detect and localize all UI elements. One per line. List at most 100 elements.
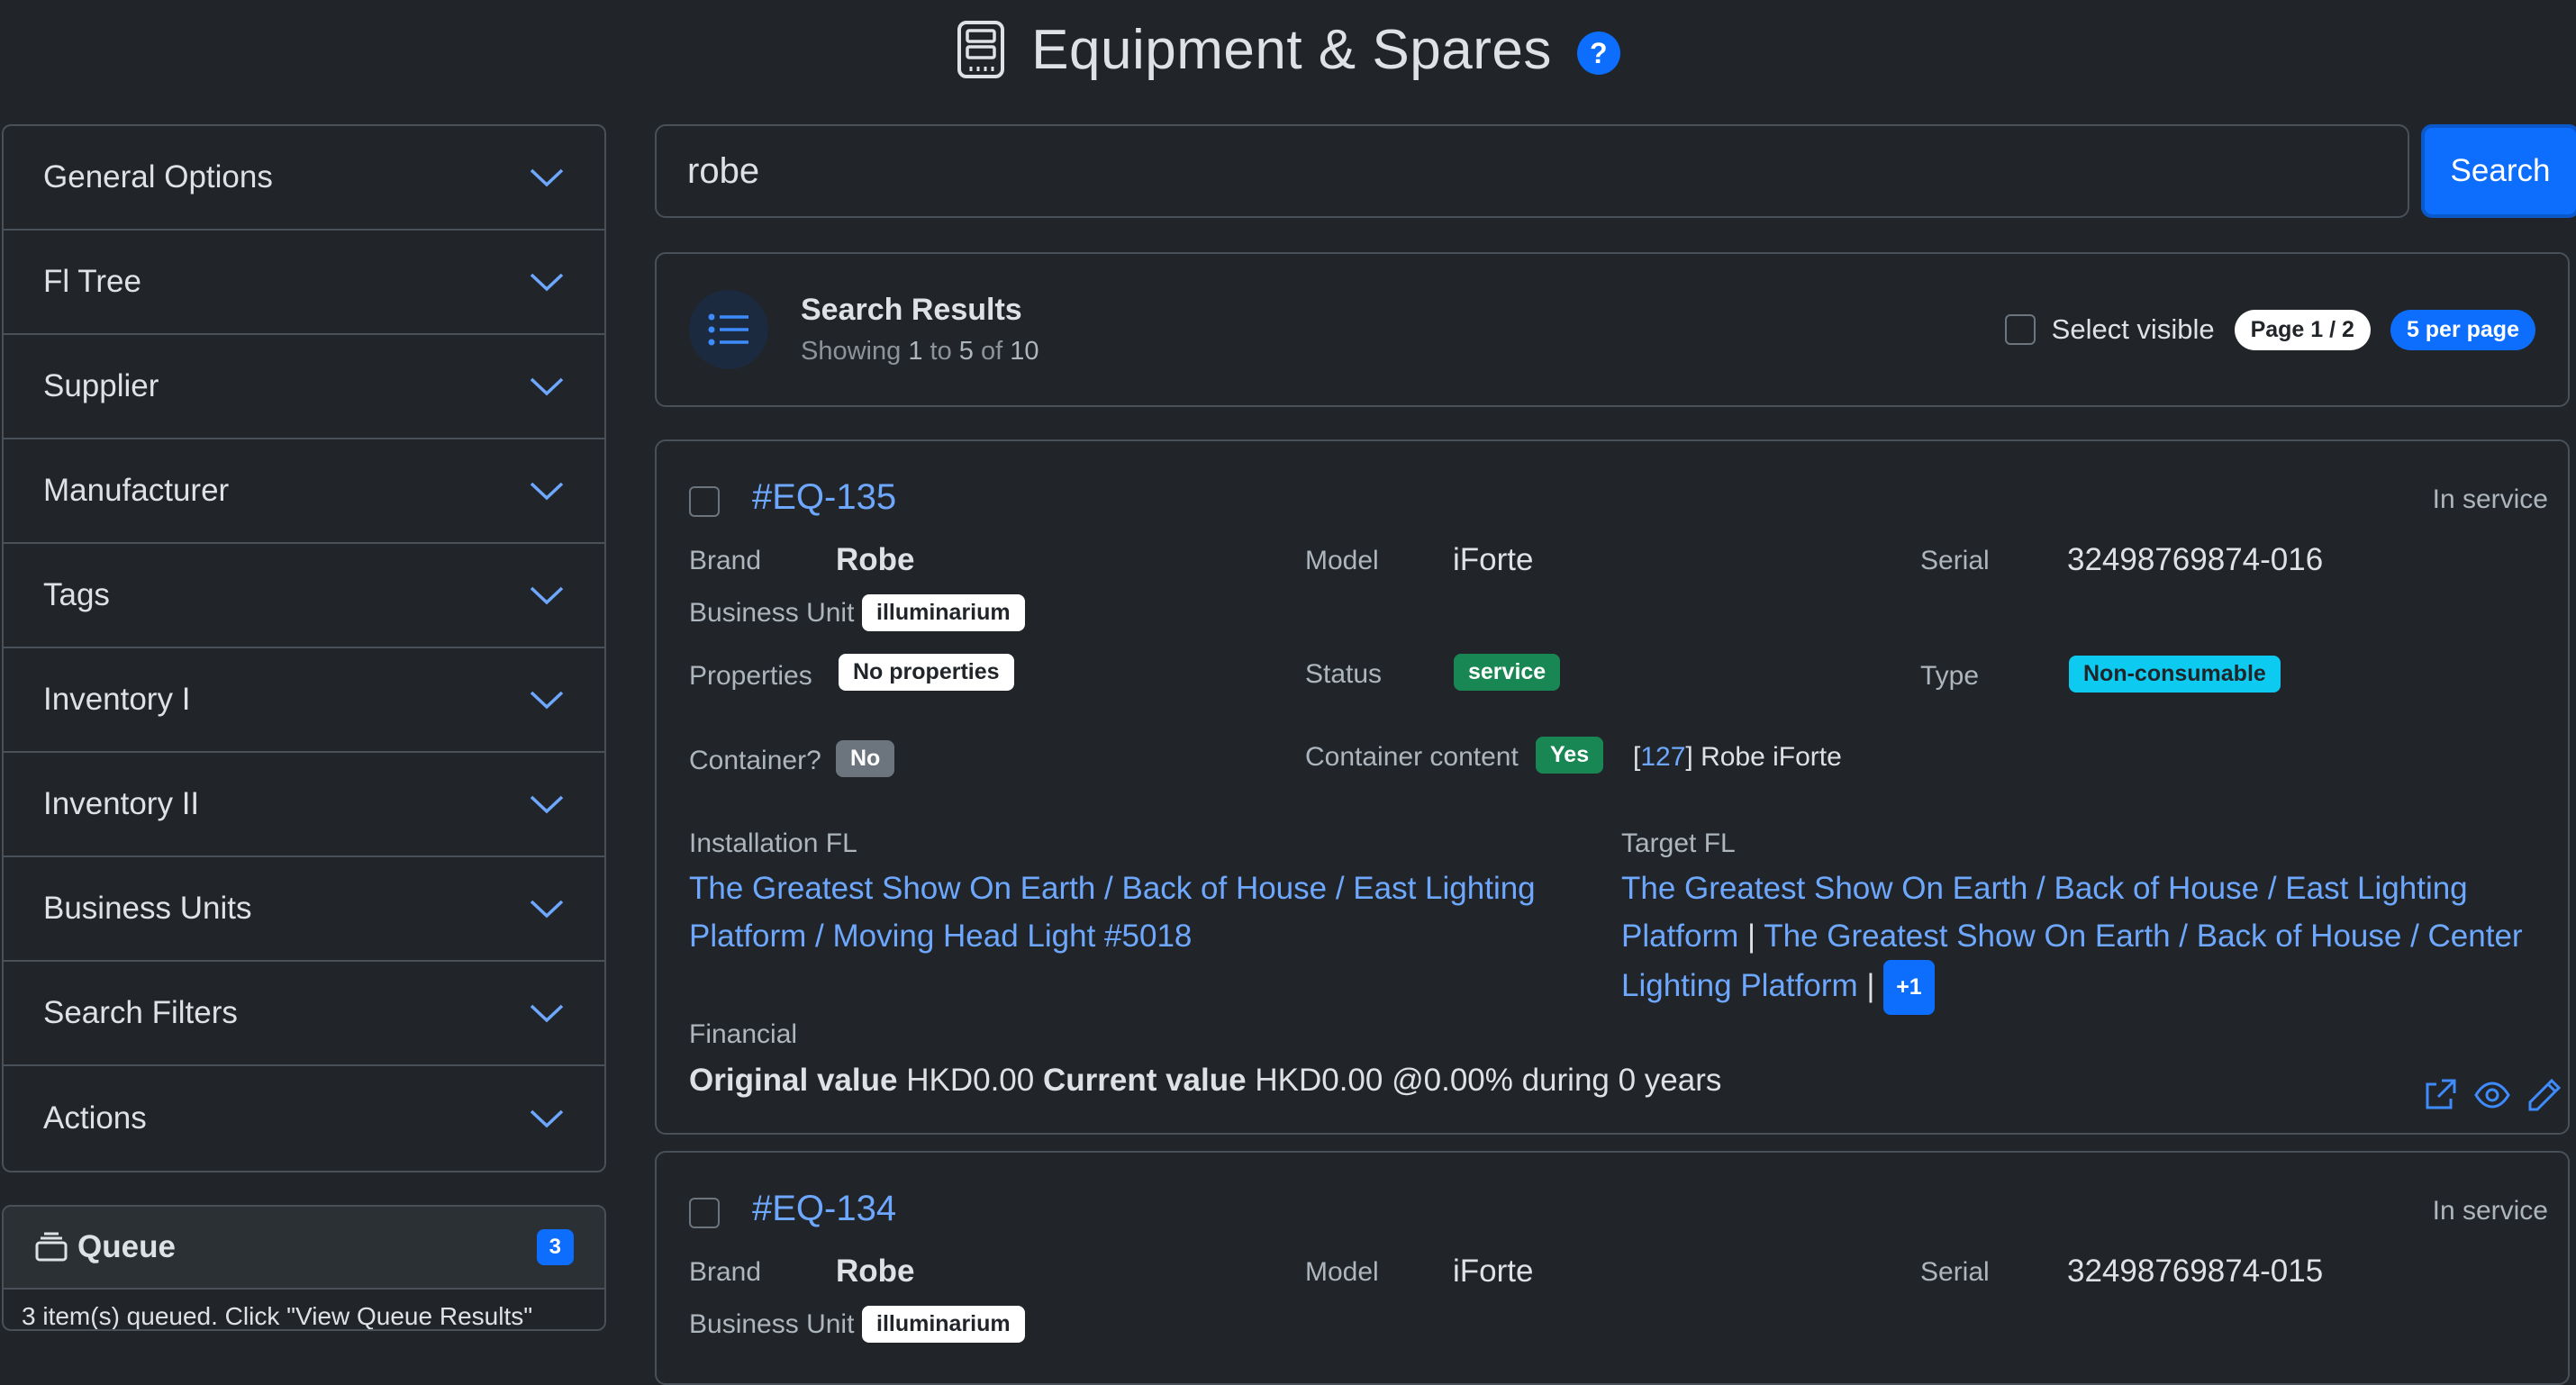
search-input[interactable]: robe: [655, 124, 2409, 218]
model-value: iForte: [1453, 1254, 1534, 1289]
list-icon: [689, 290, 768, 369]
accordion-search-filters[interactable]: Search Filters: [4, 962, 604, 1066]
equipment-card: #EQ-134 In service Brand Robe Model iFor…: [655, 1151, 2570, 1385]
business-unit-label: Business Unit: [689, 1309, 855, 1339]
target-fl-more-badge[interactable]: +1: [1883, 960, 1935, 1015]
installation-fl: The Greatest Show On Earth / Back of Hou…: [689, 864, 1572, 960]
service-state: In service: [2432, 1196, 2548, 1226]
brand-value: Robe: [836, 1254, 915, 1289]
equipment-id-link[interactable]: #EQ-135: [752, 477, 896, 518]
results-total: 10: [1010, 337, 1039, 366]
page-title: Equipment & Spares: [1031, 18, 1552, 81]
results-of-label: of: [980, 337, 1003, 366]
target-fl-link-2[interactable]: The Greatest Show On Earth / Back of Hou…: [1621, 919, 2523, 1003]
business-unit-badge: illuminarium: [862, 1306, 1025, 1343]
accordion-label: Inventory I: [43, 682, 191, 717]
accordion-fl-tree[interactable]: Fl Tree: [4, 231, 604, 335]
container-label: Container?: [689, 746, 821, 775]
chevron-down-icon: [530, 273, 564, 292]
accordion-tags[interactable]: Tags: [4, 544, 604, 648]
container-badge: No: [836, 740, 895, 777]
chevron-down-icon: [530, 1004, 564, 1023]
chevron-down-icon: [530, 482, 564, 501]
pencil-icon[interactable]: [2526, 1077, 2562, 1113]
accordion-label: Actions: [43, 1100, 147, 1136]
original-value: HKD0.00: [906, 1063, 1035, 1098]
select-visible-checkbox[interactable]: [2004, 314, 2036, 345]
stack-icon: [35, 1232, 68, 1262]
current-value-label: Current value: [1042, 1063, 1247, 1098]
accordion-actions[interactable]: Actions: [4, 1066, 604, 1171]
filter-sidebar: General Options Fl Tree Supplier Manufac…: [2, 124, 606, 1172]
serial-label: Serial: [1920, 1257, 1990, 1287]
content-ref-link[interactable]: 127: [1640, 742, 1685, 772]
current-value: HKD0.00: [1255, 1063, 1383, 1098]
accordion-business-units[interactable]: Business Units: [4, 857, 604, 962]
queue-hint: 3 item(s) queued. Click "View Queue Resu…: [22, 1302, 533, 1330]
container-content-label: Container content: [1305, 742, 1519, 772]
model-label: Model: [1305, 546, 1379, 575]
brand-label: Brand: [689, 546, 762, 575]
per-page-selector[interactable]: 5 per page: [2390, 309, 2535, 350]
eye-icon[interactable]: [2474, 1077, 2510, 1113]
accordion-label: Business Units: [43, 891, 252, 926]
help-icon[interactable]: ?: [1576, 32, 1620, 75]
chevron-down-icon: [530, 586, 564, 605]
chevron-down-icon: [530, 1109, 564, 1128]
brand-label: Brand: [689, 1257, 762, 1287]
business-unit-label: Business Unit: [689, 598, 855, 628]
target-fl-label: Target FL: [1621, 828, 1736, 858]
results-to: 5: [958, 337, 974, 366]
select-item-checkbox[interactable]: [689, 1198, 720, 1228]
properties-label: Properties: [689, 661, 812, 691]
queue-title: Queue: [77, 1229, 176, 1264]
search-input-value: robe: [687, 150, 760, 191]
accordion-manufacturer[interactable]: Manufacturer: [4, 439, 604, 544]
accordion-inventory-ii[interactable]: Inventory II: [4, 753, 604, 857]
accordion-label: Inventory II: [43, 786, 200, 821]
results-showing-label: Showing: [801, 337, 902, 366]
chevron-down-icon: [530, 168, 564, 187]
properties-badge: No properties: [839, 654, 1014, 691]
accordion-label: Manufacturer: [43, 473, 230, 508]
service-state: In service: [2432, 484, 2548, 514]
card-actions: [2422, 1077, 2562, 1113]
installation-fl-link[interactable]: The Greatest Show On Earth / Back of Hou…: [689, 871, 1536, 954]
business-unit-badge: illuminarium: [862, 594, 1025, 631]
chevron-down-icon: [530, 795, 564, 814]
serial-value: 32498769874-016: [2067, 542, 2324, 577]
results-to-label: to: [930, 337, 952, 366]
chevron-down-icon: [530, 900, 564, 919]
search-results-header: Search Results Showing 1 to 5 of 10 Sele…: [655, 252, 2570, 407]
model-value: iForte: [1453, 542, 1534, 577]
accordion-label: Supplier: [43, 368, 159, 403]
installation-fl-label: Installation FL: [689, 828, 857, 858]
original-value-label: Original value: [689, 1063, 898, 1098]
equipment-id-link[interactable]: #EQ-134: [752, 1189, 896, 1229]
queue-header[interactable]: Queue 3: [4, 1207, 604, 1290]
status-badge: service: [1454, 654, 1561, 691]
select-item-checkbox[interactable]: [689, 486, 720, 517]
accordion-label: Fl Tree: [43, 264, 141, 299]
select-visible-label[interactable]: Select visible: [2052, 313, 2215, 346]
container-content-badge: Yes: [1536, 737, 1604, 774]
model-label: Model: [1305, 1257, 1379, 1287]
brand-value: Robe: [836, 542, 915, 577]
queue-count-badge: 3: [536, 1229, 574, 1265]
accordion-inventory-i[interactable]: Inventory I: [4, 648, 604, 753]
accordion-label: Search Filters: [43, 995, 238, 1030]
content-item-name: Robe iForte: [1701, 742, 1842, 772]
serial-label: Serial: [1920, 546, 1990, 575]
financial-label: Financial: [689, 1019, 798, 1049]
equipment-card: #EQ-135 In service Brand Robe Model iFor…: [655, 439, 2570, 1135]
search-button[interactable]: Search: [2421, 124, 2576, 218]
results-from: 1: [908, 337, 923, 366]
accordion-supplier[interactable]: Supplier: [4, 335, 604, 439]
financial-values: Original value HKD0.00 Current value HKD…: [689, 1063, 1721, 1099]
accordion-label: Tags: [43, 577, 110, 612]
accordion-general-options[interactable]: General Options: [4, 126, 604, 231]
accordion-label: General Options: [43, 159, 273, 195]
page-indicator[interactable]: Page 1 / 2: [2234, 309, 2371, 350]
container-content-item: [127] Robe iForte: [1633, 742, 1842, 772]
external-link-icon[interactable]: [2422, 1077, 2458, 1113]
